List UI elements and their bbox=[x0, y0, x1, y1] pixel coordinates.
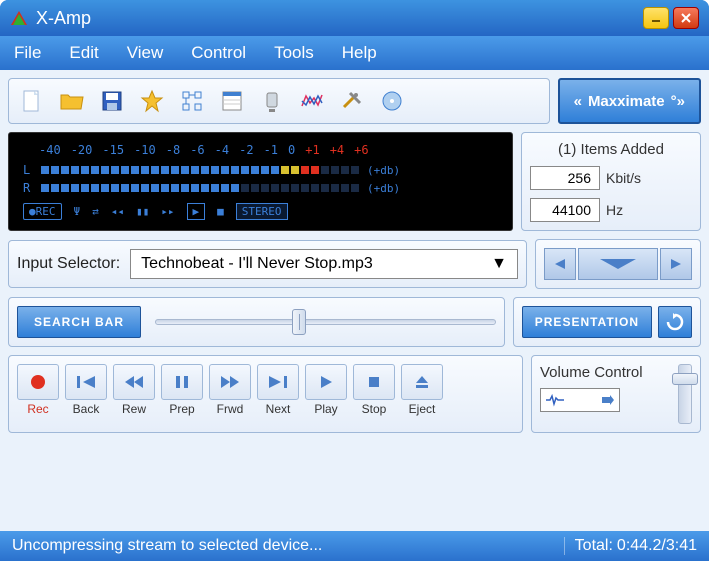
seek-slider[interactable] bbox=[155, 319, 496, 325]
input-selector-dropdown[interactable]: Technobeat - I'll Never Stop.mp3 ▼ bbox=[130, 249, 518, 279]
vu-right-channel: R (+db) bbox=[23, 181, 498, 195]
presentation-panel: PRESENTATION bbox=[513, 297, 701, 347]
menu-help[interactable]: Help bbox=[342, 43, 377, 63]
mini-back-icon[interactable]: ◂◂ bbox=[111, 205, 124, 218]
refresh-button[interactable] bbox=[658, 306, 692, 338]
statusbar: Uncompressing stream to selected device.… bbox=[0, 531, 709, 561]
stop-button[interactable]: Stop bbox=[353, 364, 395, 424]
menu-tools[interactable]: Tools bbox=[274, 43, 314, 63]
status-message: Uncompressing stream to selected device.… bbox=[12, 537, 554, 555]
samplerate-value: 44100 bbox=[530, 198, 600, 222]
play-button[interactable]: Play bbox=[305, 364, 347, 424]
menu-edit[interactable]: Edit bbox=[69, 43, 98, 63]
volume-slider[interactable] bbox=[678, 364, 692, 424]
vu-scale: -40 -20 -15 -10 -8 -6 -4 -2 -1 0 +1 +4 +… bbox=[39, 143, 498, 157]
favorites-button[interactable] bbox=[137, 87, 167, 115]
eject-button[interactable]: Eject bbox=[401, 364, 443, 424]
window-title: X-Amp bbox=[36, 8, 639, 29]
close-button[interactable] bbox=[673, 7, 699, 29]
titlebar: X-Amp bbox=[0, 0, 709, 36]
left-chevrons-icon: « bbox=[574, 93, 582, 110]
status-separator bbox=[564, 537, 565, 555]
items-added-label: (1) Items Added bbox=[558, 141, 664, 158]
nav-prev-button[interactable] bbox=[544, 248, 576, 280]
input-selector-panel: Input Selector: Technobeat - I'll Never … bbox=[8, 240, 527, 288]
right-chevrons-icon: °» bbox=[671, 93, 685, 110]
menu-control[interactable]: Control bbox=[191, 43, 246, 63]
open-folder-button[interactable] bbox=[57, 87, 87, 115]
antenna-icon: Ψ bbox=[74, 205, 81, 218]
menu-file[interactable]: File bbox=[14, 43, 41, 63]
rew-button[interactable]: Rew bbox=[113, 364, 155, 424]
info-panel: (1) Items Added 256 Kbit/s 44100 Hz bbox=[521, 132, 701, 231]
vu-mini-controls: ●REC Ψ ⇄ ◂◂ ▮▮ ▸▸ ▶ ■ STEREO bbox=[23, 203, 498, 220]
input-selector-label: Input Selector: bbox=[17, 255, 120, 273]
nav-next-button[interactable] bbox=[660, 248, 692, 280]
shuffle-icon: ⇄ bbox=[92, 205, 99, 218]
menubar: File Edit View Control Tools Help bbox=[0, 36, 709, 70]
menu-view[interactable]: View bbox=[127, 43, 164, 63]
equalizer-button[interactable] bbox=[297, 87, 327, 115]
mini-pause-icon[interactable]: ▮▮ bbox=[136, 205, 149, 218]
app-window: X-Amp File Edit View Control Tools Help bbox=[0, 0, 709, 561]
maxximate-button[interactable]: « Maxximate °» bbox=[558, 78, 701, 124]
frwd-button[interactable]: Frwd bbox=[209, 364, 251, 424]
playlist-button[interactable] bbox=[177, 87, 207, 115]
maxximate-label: Maxximate bbox=[588, 93, 665, 110]
vu-left-channel: L (+db) bbox=[23, 163, 498, 177]
samplerate-unit: Hz bbox=[606, 202, 623, 218]
new-file-button[interactable] bbox=[17, 87, 47, 115]
client-area: « Maxximate °» -40 -20 -15 -10 -8 -6 -4 … bbox=[0, 70, 709, 531]
save-button[interactable] bbox=[97, 87, 127, 115]
transport-panel: Rec Back Rew Prep Frwd bbox=[8, 355, 523, 433]
app-logo-icon bbox=[10, 10, 28, 26]
volume-panel: Volume Control bbox=[531, 355, 701, 433]
vu-meter-display: -40 -20 -15 -10 -8 -6 -4 -2 -1 0 +1 +4 +… bbox=[8, 132, 513, 231]
bitrate-unit: Kbit/s bbox=[606, 170, 641, 186]
next-button[interactable]: Next bbox=[257, 364, 299, 424]
list-button[interactable] bbox=[217, 87, 247, 115]
bitrate-value: 256 bbox=[530, 166, 600, 190]
mini-fwd-icon[interactable]: ▸▸ bbox=[161, 205, 174, 218]
vu-rec-indicator: ●REC bbox=[23, 203, 62, 220]
rec-button[interactable]: Rec bbox=[17, 364, 59, 424]
seek-thumb[interactable] bbox=[292, 309, 306, 335]
minimize-button[interactable] bbox=[643, 7, 669, 29]
search-bar-button[interactable]: SEARCH BAR bbox=[17, 306, 141, 338]
waveform-icon bbox=[545, 393, 565, 407]
volume-title: Volume Control bbox=[540, 364, 668, 382]
stereo-indicator: STEREO bbox=[236, 203, 288, 220]
mini-stop-icon[interactable]: ■ bbox=[217, 205, 224, 218]
nav-down-button[interactable] bbox=[578, 248, 658, 280]
mini-play-icon[interactable]: ▶ bbox=[187, 203, 206, 220]
search-panel: SEARCH BAR bbox=[8, 297, 505, 347]
chevron-down-icon: ▼ bbox=[491, 255, 507, 273]
volume-thumb[interactable] bbox=[672, 373, 698, 385]
toolbar bbox=[8, 78, 550, 124]
status-total-label: Total: bbox=[575, 537, 613, 555]
prep-button[interactable]: Prep bbox=[161, 364, 203, 424]
back-button[interactable]: Back bbox=[65, 364, 107, 424]
presentation-button[interactable]: PRESENTATION bbox=[522, 306, 652, 338]
input-selector-value: Technobeat - I'll Never Stop.mp3 bbox=[141, 255, 373, 273]
nav-arrow-panel bbox=[535, 239, 701, 289]
arrow-right-icon bbox=[601, 393, 615, 407]
status-total-value: 0:44.2/3:41 bbox=[617, 537, 697, 555]
volume-selector[interactable] bbox=[540, 388, 620, 412]
disc-button[interactable] bbox=[377, 87, 407, 115]
device-button[interactable] bbox=[257, 87, 287, 115]
settings-button[interactable] bbox=[337, 87, 367, 115]
